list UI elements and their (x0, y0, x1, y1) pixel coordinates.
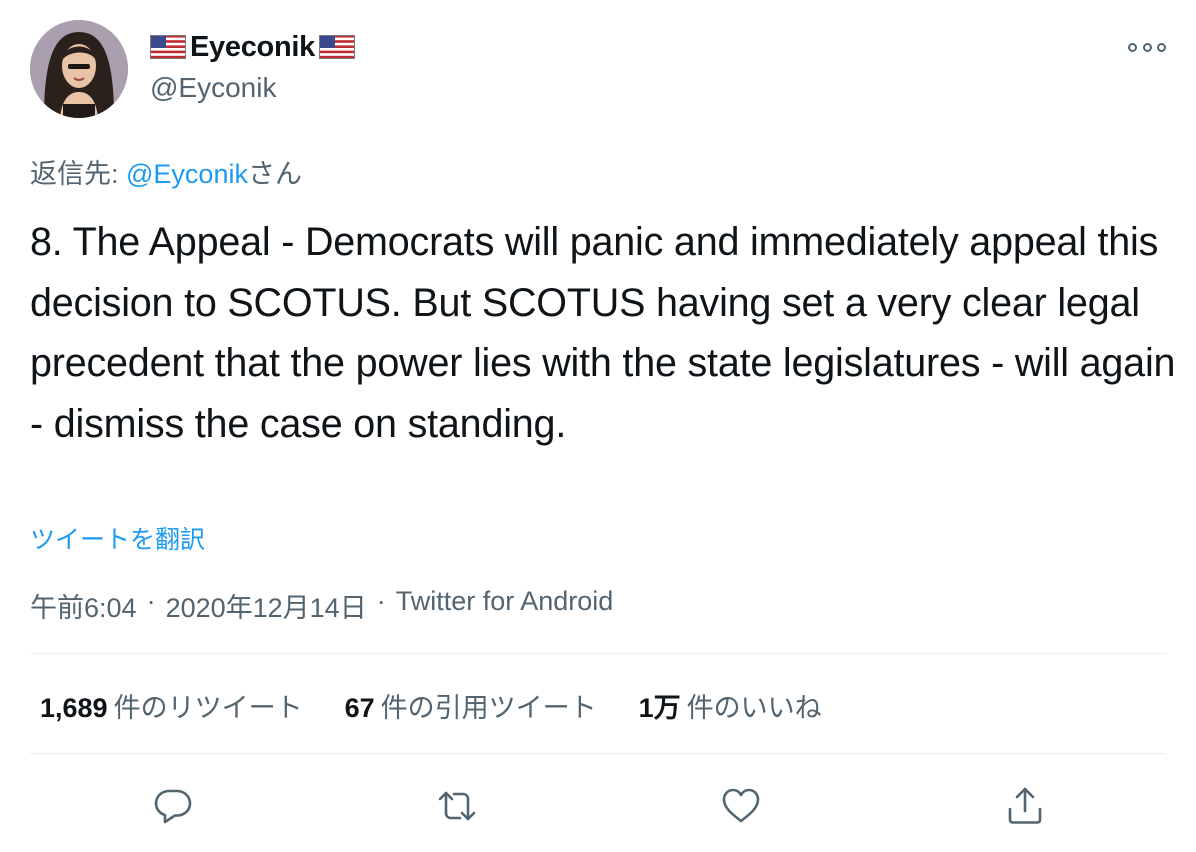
tweet-detail: Eyeconik @Eyconik 返信先: @Eyconikさん 8. The… (0, 0, 1196, 852)
divider (30, 653, 1166, 654)
likes-label: 件のいいね (686, 693, 822, 723)
engagement-stats: 1,689 件のリツイート 67 件の引用ツイート 1万 件のいいね (40, 686, 864, 725)
meta-separator: · (146, 586, 156, 616)
retweet-icon[interactable] (434, 783, 480, 829)
action-bar (0, 775, 1196, 835)
reply-to-mention[interactable]: @Eyconik (126, 159, 248, 189)
tweet-date[interactable]: 2020年12月14日 (166, 586, 367, 625)
retweets-count: 1,689 (40, 693, 108, 723)
retweets-stat[interactable]: 1,689 件のリツイート (40, 686, 303, 725)
retweets-label: 件のリツイート (113, 693, 303, 723)
us-flag-icon (318, 35, 355, 59)
reply-to-prefix: 返信先: (30, 159, 127, 189)
quotes-label: 件の引用ツイート (380, 693, 597, 723)
quotes-stat[interactable]: 67 件の引用ツイート (345, 686, 597, 725)
tweet-metadata: 午前6:04 · 2020年12月14日 · Twitter for Andro… (30, 586, 613, 625)
quotes-count: 67 (344, 693, 375, 723)
user-handle[interactable]: @Eyconik (150, 72, 276, 104)
us-flag-icon (150, 35, 186, 59)
more-dot (1128, 42, 1137, 52)
meta-separator: · (376, 586, 386, 616)
divider (30, 753, 1166, 754)
avatar-illustration (30, 20, 128, 118)
heart-icon[interactable] (718, 783, 764, 829)
avatar[interactable] (30, 20, 128, 118)
tweet-text: 8. The Appeal - Democrats will panic and… (30, 220, 1176, 446)
translate-tweet-link[interactable]: ツイートを翻訳 (30, 520, 205, 556)
likes-count: 1万 (638, 693, 681, 723)
share-icon[interactable] (1002, 783, 1048, 829)
reply-icon[interactable] (150, 783, 196, 829)
reply-to-suffix: さん (247, 159, 302, 189)
more-dot (1157, 42, 1166, 52)
reply-to-line: 返信先: @Eyconikさん (30, 152, 302, 191)
likes-stat[interactable]: 1万 件のいいね (639, 686, 822, 725)
tweet-time[interactable]: 午前6:04 (30, 586, 137, 625)
display-name-row[interactable]: Eyeconik (150, 30, 355, 64)
more-icon[interactable] (1128, 38, 1166, 56)
display-name[interactable]: Eyeconik (190, 31, 315, 64)
tweet-source: Twitter for Android (395, 586, 614, 616)
more-dot (1142, 42, 1152, 52)
